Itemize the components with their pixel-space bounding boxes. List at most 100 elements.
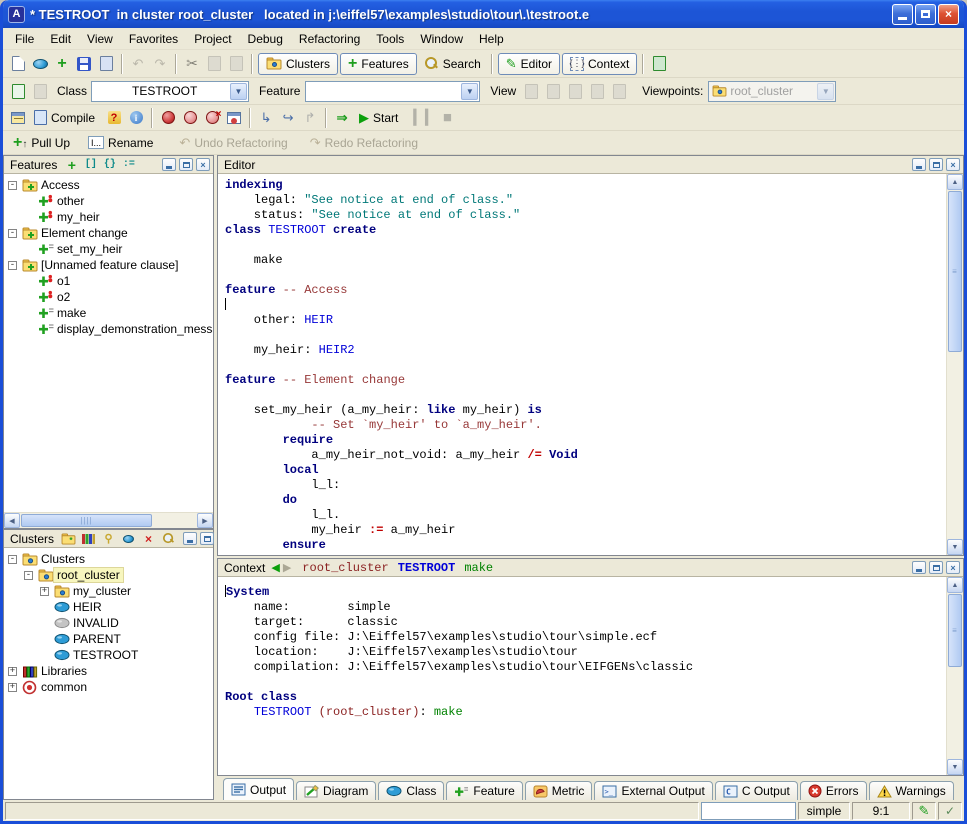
- tab-metric[interactable]: Metric: [525, 781, 593, 800]
- history-back-icon[interactable]: ◀: [271, 561, 279, 574]
- enable-breakpoints-icon[interactable]: [157, 108, 179, 128]
- tree-item-my-cluster[interactable]: +my_cluster: [4, 583, 213, 599]
- code-line[interactable]: set_my_heir (a_my_heir: like my_heir) is: [225, 403, 946, 418]
- undo-icon[interactable]: ↶: [127, 54, 149, 74]
- tab-class[interactable]: Class: [378, 781, 444, 800]
- tree-item-o2[interactable]: o2: [4, 289, 213, 305]
- features-maximize-icon[interactable]: [179, 158, 193, 171]
- class-ball-icon[interactable]: [120, 531, 137, 546]
- viewpoints-combobox-arrow-icon[interactable]: ▼: [817, 83, 834, 100]
- code-line[interactable]: make: [225, 253, 946, 268]
- tree-item-make[interactable]: make: [4, 305, 213, 321]
- context-close-icon[interactable]: ×: [946, 561, 960, 574]
- save-all-icon[interactable]: [95, 54, 117, 74]
- document-history-icon[interactable]: [29, 81, 51, 101]
- menu-item-help[interactable]: Help: [471, 29, 512, 49]
- scroll-down-icon[interactable]: ▼: [947, 539, 963, 555]
- features-tool-button[interactable]: + Features: [340, 53, 417, 75]
- view-interface-icon[interactable]: [608, 81, 630, 101]
- scroll-up-icon[interactable]: ▲: [947, 577, 963, 593]
- code-line[interactable]: ensure: [225, 538, 946, 553]
- code-line[interactable]: class TESTROOT create: [225, 223, 946, 238]
- view-flat-icon[interactable]: [564, 81, 586, 101]
- step-out-icon[interactable]: ↱: [299, 108, 321, 128]
- braces-icon[interactable]: {}: [101, 157, 118, 172]
- scroll-right-icon[interactable]: ▶: [197, 513, 213, 528]
- key-icon[interactable]: ⚲: [100, 531, 117, 546]
- code-line[interactable]: [225, 298, 946, 313]
- copy-icon[interactable]: [203, 54, 225, 74]
- status-search-input[interactable]: [701, 802, 796, 820]
- tree-item-my-heir[interactable]: my_heir: [4, 209, 213, 225]
- tab-diagram[interactable]: Diagram: [296, 781, 376, 800]
- context-vscroll-thumb[interactable]: ≡: [948, 594, 962, 667]
- save-icon[interactable]: [73, 54, 95, 74]
- feature-combobox[interactable]: ▼: [305, 81, 480, 102]
- step-over-icon[interactable]: ↪: [277, 108, 299, 128]
- code-line[interactable]: [225, 675, 946, 690]
- cut-icon[interactable]: ✂: [181, 54, 203, 74]
- view-clickable-icon[interactable]: [542, 81, 564, 101]
- code-line[interactable]: -- Set `my_heir' to `a_my_heir'.: [225, 418, 946, 433]
- breadcrumb-cluster[interactable]: root_cluster: [302, 561, 388, 575]
- tree-item-testroot[interactable]: TESTROOT: [4, 647, 213, 663]
- editor-code-area[interactable]: indexing legal: "See notice at end of cl…: [218, 174, 946, 555]
- pause-icon[interactable]: ▎▎: [414, 108, 436, 128]
- close-button[interactable]: ×: [938, 4, 959, 25]
- undo-refactoring-button[interactable]: ↶ Undo Refactoring: [173, 132, 293, 154]
- code-line[interactable]: TESTROOT (root_cluster): make: [225, 705, 946, 720]
- context-tool-button[interactable]: {⋮} Context: [562, 53, 637, 75]
- code-line[interactable]: Root class: [225, 690, 946, 705]
- editor-vscroll-thumb[interactable]: ≡: [948, 191, 962, 352]
- code-line[interactable]: [225, 388, 946, 403]
- expand-icon[interactable]: +: [8, 667, 17, 676]
- search-icon[interactable]: [160, 531, 177, 546]
- clusters-maximize-icon[interactable]: [200, 532, 214, 545]
- code-line[interactable]: feature -- Element change: [225, 373, 946, 388]
- code-line[interactable]: l_l.: [225, 508, 946, 523]
- scroll-down-icon[interactable]: ▼: [947, 759, 963, 775]
- new-document-icon[interactable]: [7, 54, 29, 74]
- ready-check-icon[interactable]: ✓: [938, 802, 962, 820]
- collapse-icon[interactable]: -: [8, 229, 17, 238]
- collapse-icon[interactable]: -: [24, 571, 33, 580]
- search-tool-button[interactable]: Search: [418, 53, 487, 75]
- breadcrumb-class[interactable]: TESTROOT: [398, 561, 456, 575]
- maximize-button[interactable]: [915, 4, 936, 25]
- context-vscrollbar[interactable]: ▲ ≡ ▼: [946, 577, 963, 775]
- tree-item-unnamed-feature-clause[interactable]: -[Unnamed feature clause]: [4, 257, 213, 273]
- collapse-icon[interactable]: -: [8, 261, 17, 270]
- run-no-stop-icon[interactable]: ⇒: [331, 108, 353, 128]
- class-combobox[interactable]: TESTROOT ▼: [91, 81, 249, 102]
- code-line[interactable]: feature -- Access: [225, 283, 946, 298]
- send-to-editor-icon[interactable]: [7, 81, 29, 101]
- tree-item-heir[interactable]: HEIR: [4, 599, 213, 615]
- editor-vscrollbar[interactable]: ▲ ≡ ▼: [946, 174, 963, 555]
- tab-warnings[interactable]: Warnings: [869, 781, 954, 800]
- scroll-left-icon[interactable]: ◀: [4, 513, 20, 528]
- code-line[interactable]: location: J:\Eiffel57\examples\studio\to…: [225, 645, 946, 660]
- tree-item-o1[interactable]: o1: [4, 273, 213, 289]
- project-settings-icon[interactable]: [7, 108, 29, 128]
- features-hscroll-thumb[interactable]: ||||: [21, 514, 152, 527]
- history-forward-icon[interactable]: ▶: [283, 561, 291, 574]
- code-line[interactable]: legal: "See notice at end of class.": [225, 193, 946, 208]
- open-class-icon[interactable]: [29, 54, 51, 74]
- compile-label[interactable]: Compile: [51, 111, 95, 125]
- code-line[interactable]: my_heir: HEIR2: [225, 343, 946, 358]
- redo-icon[interactable]: ↷: [149, 54, 171, 74]
- code-line[interactable]: [225, 238, 946, 253]
- code-line[interactable]: a_my_heir_not_void: a_my_heir /= Void: [225, 448, 946, 463]
- features-hscroll-track[interactable]: ||||: [20, 513, 197, 528]
- compile-icon[interactable]: [29, 108, 51, 128]
- clusters-minimize-icon[interactable]: [183, 532, 197, 545]
- editor-minimize-icon[interactable]: [912, 158, 926, 171]
- tree-item-display-demonstration-messa[interactable]: display_demonstration_messa: [4, 321, 213, 337]
- feature-combobox-arrow-icon[interactable]: ▼: [461, 83, 478, 100]
- context-maximize-icon[interactable]: [929, 561, 943, 574]
- features-hscrollbar[interactable]: ◀ |||| ▶: [4, 512, 213, 528]
- tree-item-libraries[interactable]: +Libraries: [4, 663, 213, 679]
- editable-state-icon[interactable]: ✎: [912, 802, 936, 820]
- code-line[interactable]: my_heir := a_my_heir: [225, 523, 946, 538]
- code-line[interactable]: l_l:: [225, 478, 946, 493]
